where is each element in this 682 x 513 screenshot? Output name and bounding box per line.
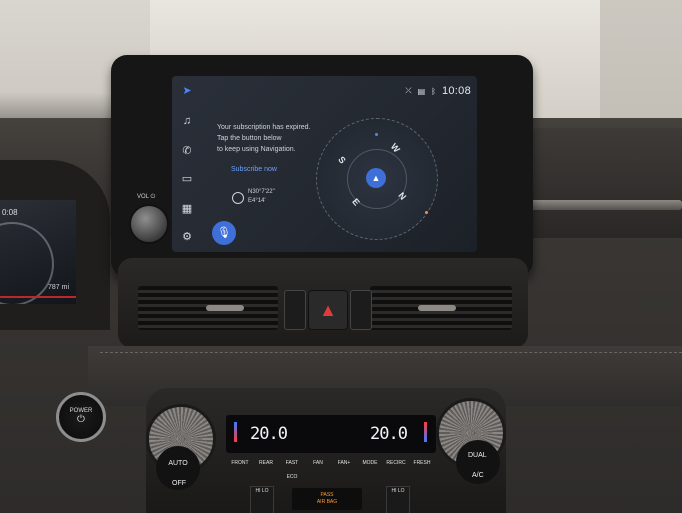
right-seat-heater-button[interactable]: HI LO [386,486,410,513]
volume-knob[interactable] [129,204,169,244]
subscribe-now-button[interactable]: Subscribe now [231,166,277,173]
infotainment-screen: ➤ ♫ ✆ ▭ ▦ ⚙ ⤫ ▤ ᛒ 10:08 Your subscriptio… [172,76,477,252]
right-vent-tab[interactable] [418,305,456,311]
left-temperature: 20.0 [250,424,288,444]
bluetooth-icon: ᛒ [431,86,436,96]
recirculation-button[interactable]: RECIRC [384,456,408,470]
phone-icon[interactable]: ✆ [180,144,194,158]
status-clock: 10:08 [441,85,471,97]
apps-grid-icon[interactable]: ▦ [180,202,194,216]
passenger-airbag-indicator: PASS AIR BAG [292,488,362,510]
coordinate-latitude: N30°7'22" [248,189,275,195]
fresh-air-button[interactable]: FRESH [410,456,434,470]
dashboard-stitching [100,352,682,354]
cluster-time: 0:08 [2,208,18,217]
left-temp-indicator [234,422,237,442]
right-vent-switch[interactable] [350,290,372,330]
car-icon[interactable]: ▭ [180,172,194,186]
power-icon: ⏻ [77,414,85,425]
message-line-3: to keep using Navigation. [217,146,296,153]
left-seat-heater-button[interactable]: HI LO [250,486,274,513]
volume-knob-label: VOL ⏻ [137,194,156,200]
right-temperature: 20.0 [370,424,408,444]
mode-button[interactable]: MODE [358,456,382,470]
cluster-redline [0,296,76,298]
side-rail: ➤ ♫ ✆ ▭ ▦ ⚙ [172,76,202,252]
cluster-odometer: 787 mi [48,284,70,291]
front-defrost-button[interactable]: FRONT [228,456,252,470]
navigation-arrow-icon[interactable]: ➤ [180,84,194,98]
compass-east: E [350,196,362,208]
message-line-2: Tap the button below [217,135,282,142]
compass: W S E N ▲ [316,118,438,240]
status-bar: ⤫ ▤ ᛒ 10:08 [405,84,471,98]
background-pillar [600,0,682,120]
location-icon [232,192,244,204]
voice-assistant-mic-icon[interactable]: 🎙 [212,221,236,245]
auto-label: AUTO [168,460,188,467]
compass-south: S [336,154,348,166]
message-line-1: Your subscription has expired. [217,124,311,131]
ac-label[interactable]: A/C [472,472,484,479]
coordinate-text: N30°7'22" E4°14' [248,188,275,206]
dual-label[interactable]: DUAL [468,452,487,459]
off-label[interactable]: OFF [172,480,186,487]
music-note-icon[interactable]: ♫ [180,114,194,128]
right-temp-indicator [424,422,427,442]
power-button[interactable]: POWER ⏻ [56,392,106,442]
fan-up-button[interactable]: FAN+ [332,456,356,470]
coordinate-longitude: E4°14' [248,198,266,204]
settings-gear-icon[interactable]: ⚙ [180,230,194,244]
climate-button-row: FRONT REAR FAST ECO FAN FAN+ MODE RECIRC… [228,456,434,480]
compass-marker-orange [425,211,428,214]
subscription-message: Your subscription has expired. Tap the b… [217,122,327,155]
dashboard-right-panel [525,128,682,238]
no-signal-icon: ⤫ [405,86,412,95]
left-vent-tab[interactable] [206,305,244,311]
battery-icon: ▤ [417,86,426,96]
compass-marker-blue [375,133,378,136]
airbag-line-2: AIR BAG [316,499,338,505]
rear-defrost-button[interactable]: REAR [254,456,278,470]
instrument-cluster-screen: 0:08 787 mi [0,200,76,304]
cluster-gauge [0,222,54,304]
hazard-warning-button[interactable]: ▲ [308,290,348,330]
airbag-line-1: PASS [320,492,334,498]
dashboard-trim-strip [528,200,682,210]
fan-down-button[interactable]: FAN [306,456,330,470]
current-location-arrow-icon: ▲ [366,168,386,188]
car-dashboard-photo: 0:08 787 mi VOL ⏻ ➤ ♫ ✆ ▭ ▦ ⚙ ⤫ ▤ ᛒ 10:0… [0,0,682,513]
fast-eco-button[interactable]: FAST ECO [280,456,304,480]
left-vent-switch[interactable] [284,290,306,330]
